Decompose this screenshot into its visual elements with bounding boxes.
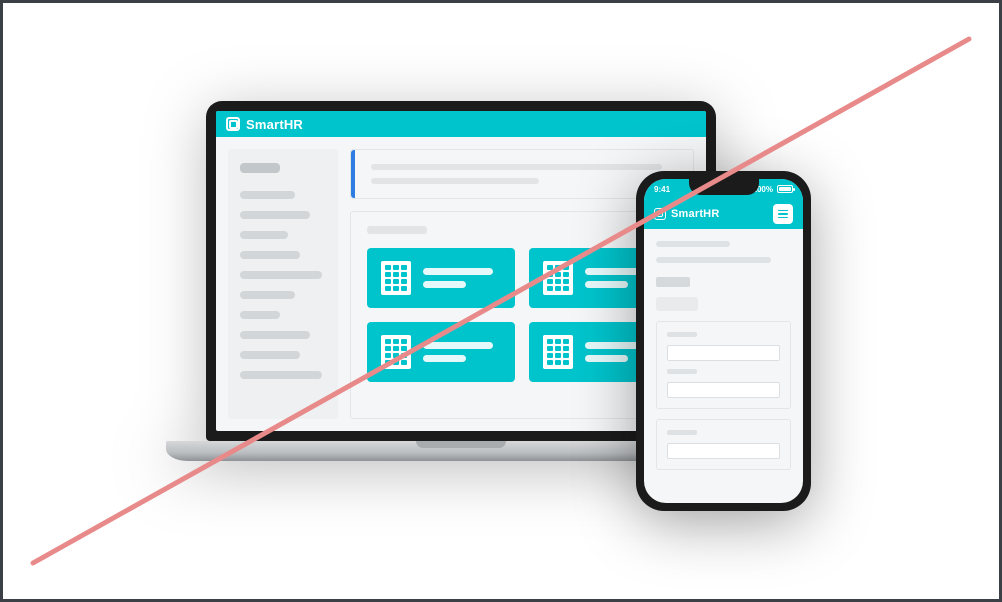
building-icon: [543, 335, 573, 369]
sidebar-item-placeholder: [240, 371, 322, 379]
label-placeholder: [667, 430, 697, 435]
section-heading-placeholder: [367, 226, 427, 234]
sidebar-item-placeholder: [240, 191, 295, 199]
sidebar-item-placeholder: [240, 331, 310, 339]
laptop-screen: SmartHR: [216, 111, 706, 431]
building-icon: [381, 261, 411, 295]
sidebar-item-placeholder: [240, 311, 280, 319]
logo-icon: [654, 208, 666, 220]
brand-name: SmartHR: [671, 208, 719, 220]
form-panel: [656, 321, 791, 409]
sidebar: [228, 149, 338, 419]
building-icon: [381, 335, 411, 369]
text-placeholder: [423, 281, 466, 288]
brand-name: SmartHR: [246, 117, 303, 132]
text-placeholder: [423, 268, 493, 275]
phone-device: 9:41 100% SmartHR: [636, 171, 811, 511]
phone-screen: 9:41 100% SmartHR: [644, 179, 803, 503]
sidebar-heading-placeholder: [240, 163, 280, 173]
text-placeholder: [656, 257, 771, 263]
sidebar-item-placeholder: [240, 211, 310, 219]
sidebar-item-placeholder: [240, 251, 300, 259]
hamburger-icon: [773, 204, 793, 224]
battery-icon: [777, 185, 793, 193]
input-placeholder: [667, 443, 780, 459]
phone-notch: [689, 179, 759, 195]
input-placeholder: [667, 382, 780, 398]
label-placeholder: [667, 332, 697, 337]
text-placeholder: [371, 164, 662, 170]
chip-placeholder: [656, 297, 698, 311]
label-placeholder: [667, 369, 697, 374]
feature-card: [367, 322, 515, 382]
app-header: SmartHR: [216, 111, 706, 137]
form-panel: [656, 419, 791, 470]
status-time: 9:41: [654, 185, 670, 194]
text-placeholder: [585, 355, 628, 362]
app-header: SmartHR: [644, 199, 803, 229]
logo-icon: [226, 117, 240, 131]
feature-card: [367, 248, 515, 308]
sidebar-item-placeholder: [240, 271, 322, 279]
section-heading-placeholder: [656, 277, 690, 287]
illustration-canvas: SmartHR: [3, 3, 999, 599]
card-grid: [367, 248, 677, 382]
phone-body: [644, 229, 803, 503]
text-placeholder: [585, 281, 628, 288]
building-icon: [543, 261, 573, 295]
sidebar-item-placeholder: [240, 291, 295, 299]
text-placeholder: [423, 342, 493, 349]
text-placeholder: [423, 355, 466, 362]
sidebar-item-placeholder: [240, 231, 288, 239]
input-placeholder: [667, 345, 780, 361]
text-placeholder: [371, 178, 539, 184]
app-body: [216, 137, 706, 431]
device-mockup-group: SmartHR: [151, 81, 851, 521]
sidebar-item-placeholder: [240, 351, 300, 359]
text-placeholder: [656, 241, 730, 247]
